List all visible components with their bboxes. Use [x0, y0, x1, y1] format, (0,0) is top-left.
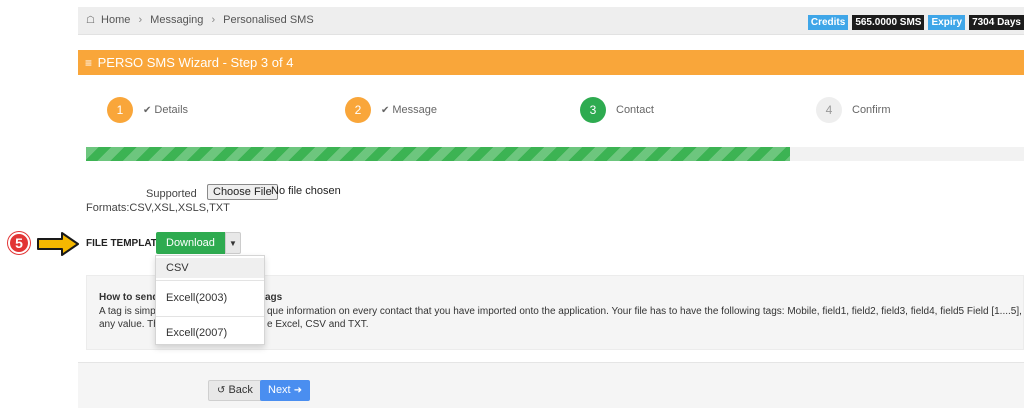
arrow-right-icon — [37, 232, 79, 256]
check-icon: ✔ — [381, 105, 390, 116]
choose-file-button[interactable]: Choose File — [207, 184, 278, 200]
credits-label-badge: Credits — [807, 15, 849, 30]
download-button[interactable]: Download — [156, 232, 225, 254]
dropdown-divider — [156, 316, 264, 317]
arrow-left-circle-icon: ↺ — [217, 385, 226, 396]
info-text: e Excel, CSV and TXT. — [267, 319, 369, 330]
info-text: A tag is simply — [99, 306, 163, 317]
wizard-step-message: 2 ✔ Message — [345, 97, 437, 123]
info-title-left: How to send — [99, 292, 159, 303]
step-label: Contact — [616, 104, 654, 116]
step-label: ✔ Details — [143, 104, 189, 116]
callout-number-badge: 5 — [8, 232, 30, 254]
breadcrumb: ☖ Home › Messaging › Personalised SMS — [86, 14, 314, 26]
wizard-step-confirm: 4 Confirm — [816, 97, 891, 123]
wizard-footer: ↺ Back Next ➜ — [78, 362, 1024, 408]
back-button[interactable]: ↺ Back — [208, 380, 262, 401]
next-button[interactable]: Next ➜ — [260, 380, 311, 401]
breadcrumb-separator: › — [138, 14, 143, 26]
home-icon[interactable]: ☖ — [86, 15, 95, 26]
step-number: 2 — [345, 97, 371, 123]
breadcrumb-personalised-sms: Personalised SMS — [223, 14, 314, 26]
file-template-label: FILE TEMPLATE: — [86, 238, 167, 249]
download-split-button: Download ▼ — [156, 232, 241, 254]
breadcrumb-messaging[interactable]: Messaging — [150, 14, 203, 26]
caret-down-icon[interactable]: ▼ — [224, 232, 241, 254]
wizard-step-details: 1 ✔ Details — [107, 97, 188, 123]
expiry-value-badge: 7304 Days — [969, 15, 1024, 30]
supported-formats-label: Formats:CSV,XSL,XSLS,TXT — [86, 202, 230, 214]
wizard-header: ≡ PERSO SMS Wizard - Step 3 of 4 — [78, 50, 1024, 75]
step-number: 3 — [580, 97, 606, 123]
wizard-progress-fill — [86, 147, 790, 161]
check-icon: ✔ — [143, 105, 152, 116]
dropdown-item-excel-2003[interactable]: Excell(2003) — [156, 292, 264, 304]
step-label: ✔ Message — [381, 104, 438, 116]
dropdown-divider — [156, 280, 264, 281]
expiry-label-badge: Expiry — [928, 15, 966, 30]
breadcrumb-home[interactable]: Home — [101, 14, 130, 26]
wizard-progress-bar — [86, 147, 1024, 161]
credits-value-badge: 565.0000 SMS — [852, 15, 925, 30]
info-text: que information on every contact that yo… — [267, 306, 1024, 317]
wizard-title: ≡ PERSO SMS Wizard - Step 3 of 4 — [85, 55, 293, 70]
info-title-right: ags — [265, 292, 283, 303]
step-label: Confirm — [852, 104, 891, 116]
supported-label: Supported — [146, 188, 197, 200]
step-number: 1 — [107, 97, 133, 123]
wizard-title-text: PERSO SMS Wizard - Step 3 of 4 — [97, 55, 294, 70]
menu-icon: ≡ — [85, 56, 93, 70]
dropdown-item-csv[interactable]: CSV — [156, 258, 264, 278]
breadcrumb-separator: › — [211, 14, 216, 26]
wizard-step-contact: 3 Contact — [580, 97, 654, 123]
account-status: Credits 565.0000 SMS Expiry 7304 Days — [807, 15, 1024, 30]
step-number: 4 — [816, 97, 842, 123]
arrow-right-circle-icon: ➜ — [293, 385, 303, 396]
file-template-dropdown: CSV Excell(2003) Excell(2007) — [155, 255, 265, 345]
no-file-chosen-text: No file chosen — [271, 185, 341, 197]
dropdown-item-excel-2007[interactable]: Excell(2007) — [156, 327, 264, 339]
top-bar: ☖ Home › Messaging › Personalised SMS Cr… — [78, 7, 1024, 35]
